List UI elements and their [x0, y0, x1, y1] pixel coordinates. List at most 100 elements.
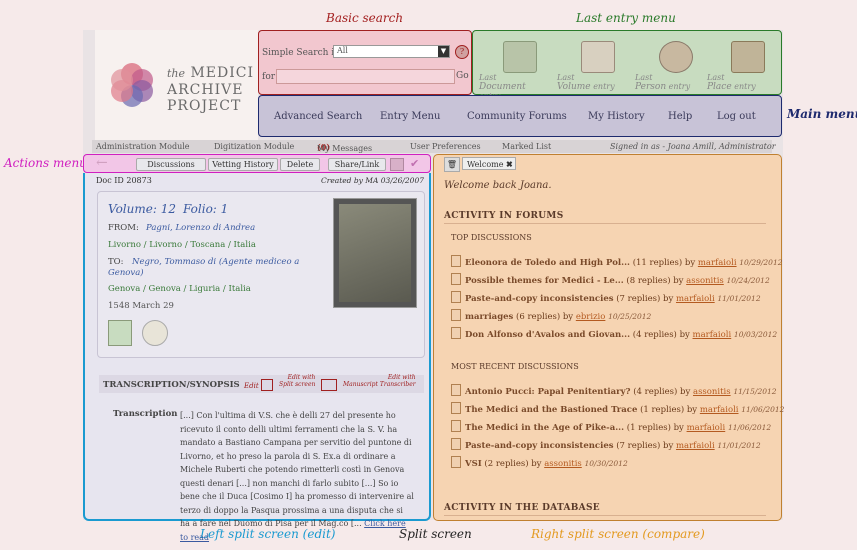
doc-id: Doc ID 20873	[96, 176, 152, 185]
list-item[interactable]: The Medici in the Age of Pike-a... (1 re…	[451, 420, 771, 433]
recent-discussions-heading: MOST RECENT DISCUSSIONS	[451, 362, 579, 371]
callout-main-menu: Main menu	[787, 107, 857, 121]
transcription-header: TRANSCRIPTION/SYNOPSIS Edit Edit with Spl…	[99, 374, 424, 393]
welcome-message: Welcome back Joana.	[444, 180, 552, 191]
manuscript-thumbnail[interactable]	[333, 198, 417, 308]
main-menu: Advanced Search Entry Menu Community For…	[258, 95, 782, 137]
callout-basic-search: Basic search	[326, 11, 404, 25]
last-volume-entry[interactable]: Last Volume entry	[553, 39, 625, 92]
logo-line1: MEDICI	[190, 65, 255, 81]
document-card: Volume: 12 Folio: 1 FROM: Pagni, Lorenzo…	[97, 191, 425, 358]
database-heading: ACTIVITY IN THE DATABASE	[444, 503, 600, 513]
discussions-button[interactable]: Discussions	[136, 158, 206, 171]
logo-area[interactable]: the MEDICI ARCHIVE PROJECT	[95, 30, 258, 140]
discussion-icon	[451, 255, 461, 267]
chevron-down-icon[interactable]: ▼	[438, 46, 449, 57]
signed-in-text: Signed in as - Joana Amill, Administrato…	[610, 142, 776, 151]
transcription-body: [...] Con l'ultima di V.S. che è delli 2…	[180, 411, 414, 528]
medici-flower-logo-icon	[111, 63, 153, 107]
edit-manuscript-transcriber-button[interactable]: Edit with Manuscript Transcriber	[343, 374, 416, 388]
from-value[interactable]: Pagni, Lorenzo di Andrea	[146, 223, 255, 233]
to-place[interactable]: Genova / Genova / Liguria / Italia	[108, 284, 251, 294]
trash-icon[interactable]: 🗑	[444, 157, 460, 172]
document-icon	[503, 41, 537, 73]
list-item[interactable]: marriages (6 replies) by ebrizio 10/25/2…	[451, 309, 651, 322]
discussion-icon	[451, 309, 461, 321]
search-for-label: for	[262, 72, 276, 82]
menu-advanced-search[interactable]: Advanced Search	[274, 111, 362, 122]
discussion-icon	[451, 273, 461, 285]
admin-bar: Administration Module Digitization Modul…	[92, 140, 776, 153]
delete-button[interactable]: Delete	[280, 158, 320, 171]
list-item[interactable]: Don Alfonso d'Avalos and Giovan... (4 re…	[451, 327, 777, 340]
list-item[interactable]: Antonio Pucci: Papal Penitentiary? (4 re…	[451, 384, 777, 397]
menu-log-out[interactable]: Log out	[717, 111, 756, 122]
list-item[interactable]: The Medici and the Bastioned Trace (1 re…	[451, 402, 784, 415]
admin-module-link[interactable]: Administration Module	[96, 142, 190, 151]
list-item[interactable]: Paste-and-copy inconsistencies (7 replie…	[451, 438, 761, 451]
discussion-icon	[451, 420, 461, 432]
menu-entry-menu[interactable]: Entry Menu	[380, 111, 440, 122]
last-volume-caption: Last Volume entry	[557, 73, 615, 92]
callout-actions-menu: Actions menu	[4, 156, 87, 170]
last-document-entry[interactable]: LastDocument entry	[475, 39, 547, 101]
forums-heading: ACTIVITY IN FORUMS	[444, 211, 564, 221]
last-place-caption: Last Place entry	[707, 73, 756, 92]
search-scope-value: All	[337, 46, 348, 55]
from-place[interactable]: Livorno / Livorno / Toscana / Italia	[108, 240, 256, 250]
user-preferences-link[interactable]: User Preferences	[410, 142, 481, 151]
menu-help[interactable]: Help	[668, 111, 692, 122]
basic-search-panel: Simple Search in All ▼ ? for Go	[258, 30, 472, 95]
digitization-module-link[interactable]: Digitization Module	[214, 142, 294, 151]
place-map-icon	[731, 41, 765, 73]
search-in-label: Simple Search in	[262, 48, 340, 58]
discussion-icon	[451, 384, 461, 396]
list-item[interactable]: Possible themes for Medici - Le... (8 re…	[451, 273, 770, 286]
last-place-entry[interactable]: Last Place entry	[703, 39, 775, 92]
search-input[interactable]	[276, 69, 455, 84]
edit-split-screen-button[interactable]: Edit with Split screen	[279, 374, 315, 388]
go-button[interactable]: Go	[456, 71, 469, 81]
from-label: FROM:	[108, 223, 139, 233]
last-person-entry[interactable]: Last Person entry	[631, 39, 703, 92]
my-messages-link[interactable]: My Messages (0)	[317, 142, 372, 153]
actions-menu: ← Discussions Vetting History Delete Sha…	[83, 154, 431, 173]
list-item[interactable]: VSI (2 replies) by assonitis 10/30/2012	[451, 456, 628, 469]
marked-list-link[interactable]: Marked List	[502, 142, 551, 151]
discussion-icon	[451, 402, 461, 414]
transcription-label: Transcription	[113, 409, 178, 419]
logo-line2: ARCHIVE	[167, 82, 244, 98]
divider	[444, 515, 766, 516]
volume-value: Volume: 12	[108, 202, 176, 216]
right-split-pane: 🗑 Welcome ✖ Welcome back Joana. ACTIVITY…	[433, 154, 784, 521]
split-screen-icon[interactable]	[321, 379, 337, 391]
help-icon[interactable]: ?	[455, 45, 469, 59]
logo-line3: PROJECT	[167, 98, 242, 114]
share-link-button[interactable]: Share/Link	[328, 158, 386, 171]
back-arrow-icon[interactable]: ←	[96, 155, 108, 171]
expand-icon[interactable]	[108, 320, 132, 346]
to-value[interactable]: Negro, Tommaso di (Agente mediceo a Geno…	[108, 257, 323, 279]
edit-button[interactable]: Edit	[244, 382, 259, 390]
person-portrait-icon	[659, 41, 693, 73]
logo-the: the	[167, 67, 186, 80]
tab-welcome[interactable]: Welcome ✖	[462, 157, 516, 170]
menu-community-forums[interactable]: Community Forums	[467, 111, 567, 122]
logo-text: the MEDICI ARCHIVE PROJECT	[167, 65, 254, 114]
callout-last-entry: Last entry menu	[576, 11, 676, 25]
print-icon[interactable]	[390, 158, 404, 171]
checkmark-icon[interactable]: ✔	[410, 157, 419, 170]
search-scope-select[interactable]: All ▼	[333, 45, 450, 58]
transcription-heading: TRANSCRIPTION/SYNOPSIS	[103, 380, 240, 390]
volume-icon	[581, 41, 615, 73]
vetting-history-button[interactable]: Vetting History	[208, 158, 278, 171]
discussion-icon	[451, 291, 461, 303]
magnifier-icon[interactable]	[142, 320, 168, 346]
last-entry-menu: LastDocument entry LastVolume entry Last…	[472, 30, 782, 101]
folio-value: Folio: 1	[183, 202, 229, 216]
menu-my-history[interactable]: My History	[588, 111, 645, 122]
callout-right-split: Right split screen (compare)	[531, 527, 705, 541]
list-item[interactable]: Eleonora de Toledo and High Pol... (11 r…	[451, 255, 783, 268]
edit-icon[interactable]	[261, 379, 273, 391]
list-item[interactable]: Paste-and-copy inconsistencies (7 replie…	[451, 291, 761, 304]
